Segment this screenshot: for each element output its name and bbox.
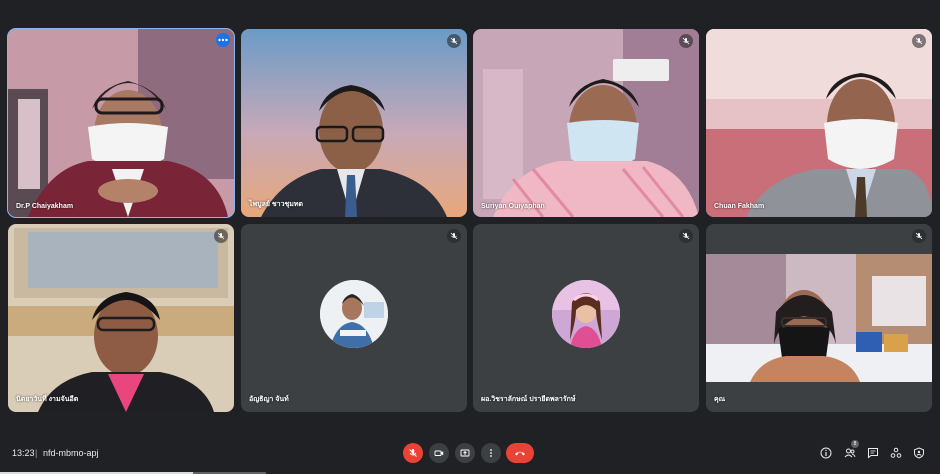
leave-call-button[interactable]: [506, 443, 534, 463]
participant-name: ผอ.วิชราลักษณ์ ปรายีดพลารักษ์: [481, 396, 576, 403]
people-icon: [844, 448, 856, 458]
participants-count-badge: 8: [851, 440, 859, 448]
camera-icon: [434, 450, 444, 456]
mic-off-indicator: [679, 34, 693, 48]
activities-icon: [890, 447, 902, 458]
more-vert-icon: [490, 449, 492, 457]
present-button[interactable]: [455, 443, 475, 463]
participant-name: Chuan Fakham: [714, 203, 765, 210]
participant-tile-2[interactable]: ไพบูลย์ ชาวชุมทด: [241, 29, 467, 217]
mic-off-icon: [409, 449, 417, 457]
mic-off-icon: [682, 37, 690, 45]
more-options-button[interactable]: [216, 33, 230, 47]
clock: 13:23: [12, 448, 35, 458]
participant-name: นิตยาวันที่ งามจันอีต: [16, 396, 79, 403]
participant-video: [241, 29, 467, 217]
chat-button[interactable]: [865, 445, 881, 461]
chat-icon: [868, 448, 878, 459]
mic-off-icon: [915, 37, 923, 45]
participant-video: [706, 224, 932, 412]
people-button[interactable]: 8: [842, 440, 859, 461]
participant-tile-5[interactable]: นิตยาวันที่ งามจันอีต: [8, 224, 234, 412]
participant-avatar: [552, 280, 620, 348]
mic-off-icon: [450, 232, 458, 240]
participant-name: คุณ: [714, 396, 726, 403]
participant-name: ไพบูลย์ ชาวชุมทด: [249, 201, 304, 208]
participant-video: [473, 29, 699, 217]
mic-off-indicator: [912, 34, 926, 48]
participant-video: [8, 29, 234, 217]
meeting-details-button[interactable]: [818, 445, 834, 461]
mic-off-indicator: [214, 229, 228, 243]
meet-stage: Dr.P Chaiyakham ไพบูลย์ ชาวชุมทด Suriyan…: [0, 0, 940, 474]
participant-tile-3[interactable]: Suriyan Ouiyaphan: [473, 29, 699, 217]
mic-off-icon: [915, 232, 923, 240]
more-horiz-icon: [218, 38, 228, 42]
mic-off-indicator: [679, 229, 693, 243]
mic-off-icon: [682, 232, 690, 240]
present-icon: [460, 449, 470, 457]
participant-video: [8, 224, 234, 412]
meeting-code: nfd-mbmo-apj: [43, 448, 99, 458]
participant-tile-8[interactable]: คุณ: [706, 224, 932, 412]
activities-button[interactable]: [888, 445, 904, 461]
host-controls-icon: [914, 447, 924, 459]
participant-tile-4[interactable]: Chuan Fakham: [706, 29, 932, 217]
mic-off-icon: [450, 37, 458, 45]
participant-name: อัญธิญา จันท์: [249, 396, 289, 403]
participant-name: Suriyan Ouiyaphan: [481, 203, 545, 210]
mic-off-icon: [217, 232, 225, 240]
mic-off-indicator: [912, 229, 926, 243]
host-controls-button[interactable]: [911, 445, 927, 461]
participant-avatar: [320, 280, 388, 348]
participant-tile-7[interactable]: ผอ.วิชราลักษณ์ ปรายีดพลารักษ์: [473, 224, 699, 412]
participant-name: Dr.P Chaiyakham: [16, 203, 74, 210]
camera-toggle-button[interactable]: [429, 443, 449, 463]
bottom-toolbar: 13:23 | nfd-mbmo-apj 8: [0, 430, 940, 474]
info-icon: [820, 447, 832, 459]
more-options-button[interactable]: [481, 443, 501, 463]
participant-tile-1[interactable]: Dr.P Chaiyakham: [7, 28, 235, 218]
mic-off-indicator: [447, 34, 461, 48]
mic-off-indicator: [447, 229, 461, 243]
mic-toggle-button[interactable]: [403, 443, 423, 463]
separator: |: [35, 448, 38, 458]
participant-tile-6[interactable]: อัญธิญา จันท์: [241, 224, 467, 412]
hang-up-icon: [515, 451, 525, 456]
participant-video: [706, 29, 932, 217]
